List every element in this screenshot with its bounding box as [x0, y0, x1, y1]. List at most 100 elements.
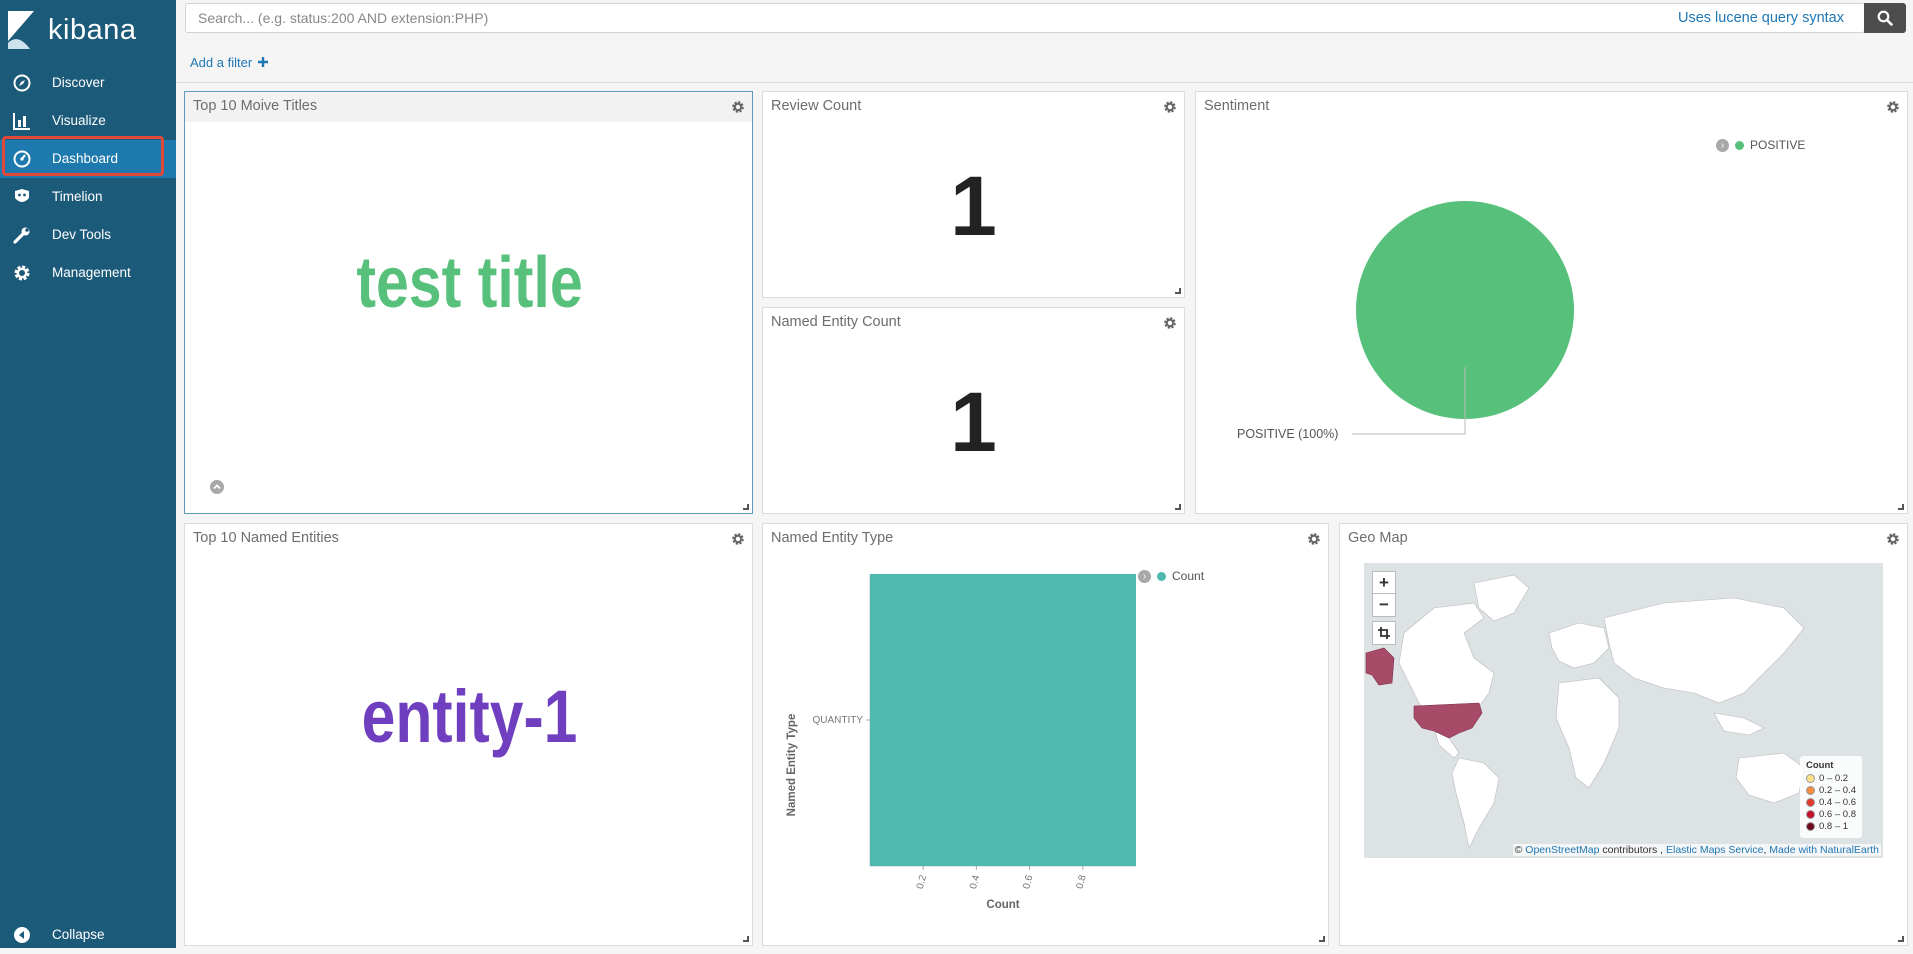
dashboard-icon: [13, 150, 31, 168]
attr-prefix: ©: [1514, 844, 1523, 856]
map-legend-row: 0.8 – 1: [1806, 821, 1848, 832]
nav-visualize[interactable]: Visualize: [0, 102, 176, 140]
legend-range: 0.4 – 0.6: [1819, 797, 1856, 808]
osm-link[interactable]: OpenStreetMap: [1525, 844, 1599, 856]
metric-value: 1: [950, 159, 997, 253]
land-europe: [1548, 622, 1610, 669]
nav-timelion[interactable]: Timelion: [0, 178, 176, 216]
gear-icon[interactable]: [1163, 100, 1177, 114]
collapse-button[interactable]: Collapse: [0, 916, 176, 954]
map-legend-row: 0.2 – 0.4: [1806, 785, 1856, 796]
crop-icon: [1378, 627, 1390, 639]
resize-handle[interactable]: [1898, 936, 1904, 942]
nav-management[interactable]: Management: [0, 254, 176, 292]
add-filter-label: Add a filter: [190, 55, 253, 70]
nav-label: Visualize: [52, 113, 106, 128]
attr-sep: ,: [1763, 844, 1767, 856]
metric-value: 1: [950, 375, 997, 469]
bar-quantity[interactable]: [870, 574, 1136, 866]
legend-range: 0.8 – 1: [1819, 821, 1849, 832]
nav-dev-tools[interactable]: Dev Tools: [0, 216, 176, 254]
resize-handle[interactable]: [743, 936, 749, 942]
resize-handle[interactable]: [1898, 504, 1904, 510]
nav-label: Dev Tools: [52, 227, 112, 242]
app-name: kibana: [48, 13, 137, 46]
map-legend-row: 0 – 0.2: [1806, 773, 1848, 784]
search-input[interactable]: [186, 4, 1670, 32]
attr-contributors: contributors ,: [1599, 844, 1664, 856]
search-icon: [1877, 10, 1893, 26]
resize-handle[interactable]: [1175, 288, 1181, 294]
land-greenland: [1473, 574, 1530, 622]
land-southeast-asia: [1713, 712, 1765, 736]
gear-icon: [14, 265, 30, 281]
compass-icon: [13, 74, 31, 92]
x-tick-label: 0.6: [1021, 874, 1035, 891]
add-filter-button[interactable]: Add a filter: [190, 55, 268, 70]
map-legend-row: 0.6 – 0.8: [1806, 809, 1856, 820]
gear-icon[interactable]: [731, 100, 745, 114]
map-legend-title: Count: [1806, 760, 1834, 771]
naturalearth-link[interactable]: Made with NaturalEarth: [1769, 844, 1879, 856]
draw-filter-button[interactable]: [1372, 621, 1396, 645]
legend-range: 0.2 – 0.4: [1819, 785, 1856, 796]
nav-label: Timelion: [52, 189, 103, 204]
y-tick-label: QUANTITY: [812, 715, 863, 726]
legend-swatch: [1806, 774, 1815, 783]
sidebar: kibana Discover Visualize Dashboard Time…: [0, 0, 176, 948]
legend-range: 0 – 0.2: [1819, 773, 1849, 784]
bar-chart: QUANTITY 0.2 0.4 0.6 0.8 Count Named Entity Ty…: [786, 574, 1136, 911]
resize-handle[interactable]: [1319, 936, 1325, 942]
x-tick-label: 0.4: [968, 874, 982, 891]
search-bar: Uses lucene query syntax: [185, 3, 1865, 33]
land-asia: [1603, 597, 1805, 704]
nav-label: Discover: [52, 75, 105, 90]
land-south-america: [1451, 757, 1500, 849]
land-africa: [1555, 677, 1620, 789]
x-tick-label: 0.8: [1074, 874, 1088, 891]
gear-icon[interactable]: [1163, 316, 1177, 330]
legend-swatch: [1806, 810, 1815, 819]
region-alaska[interactable]: [1365, 647, 1395, 686]
resize-handle[interactable]: [1175, 504, 1181, 510]
tag-cloud-word: test title: [356, 243, 583, 323]
nav-label: Management: [52, 265, 131, 280]
zoom-out-button[interactable]: −: [1372, 593, 1396, 617]
nav-label: Dashboard: [52, 151, 119, 166]
nav-dashboard[interactable]: Dashboard: [0, 140, 176, 178]
region-united-states[interactable]: [1413, 702, 1483, 739]
map-attribution: © OpenStreetMap contributors , Elastic M…: [1512, 844, 1881, 856]
ems-link[interactable]: Elastic Maps Service: [1666, 844, 1763, 856]
collapse-label: Collapse: [52, 927, 105, 942]
pie-chart: [1352, 201, 1574, 435]
panel-title: Named Entity Count: [771, 314, 901, 330]
wrench-icon: [13, 227, 30, 244]
legend-swatch: [1806, 798, 1815, 807]
kibana-logo-icon: [8, 11, 34, 49]
collapse-up-icon[interactable]: [210, 480, 224, 494]
filter-bar: Add a filter: [176, 46, 1913, 83]
resize-handle[interactable]: [743, 504, 749, 510]
zoom-in-button[interactable]: +: [1372, 571, 1396, 595]
panel-named-entity-count: Named Entity Count 1: [762, 307, 1185, 514]
bar-chart-icon: [13, 113, 30, 130]
panel-title: Geo Map: [1348, 530, 1408, 546]
search-button[interactable]: [1864, 3, 1906, 33]
gear-icon[interactable]: [731, 532, 745, 546]
panel-top-movie-titles: Top 10 Moive Titles test title: [184, 91, 753, 514]
chevron-left-icon: [14, 927, 30, 943]
legend-swatch: [1806, 822, 1815, 831]
gear-icon[interactable]: [1886, 532, 1900, 546]
map-legend: Count 0 – 0.2 0.2 – 0.4 0.4 – 0.6 0.6 – …: [1800, 756, 1862, 838]
x-tick-label: 0.2: [915, 874, 929, 891]
land-australia: [1735, 752, 1805, 804]
panel-sentiment: Sentiment › POSITIVE POSITIVE (100%): [1195, 91, 1908, 514]
kibana-logo[interactable]: kibana: [6, 8, 136, 52]
lucene-syntax-link[interactable]: Uses lucene query syntax: [1678, 10, 1844, 26]
panel-title: Review Count: [771, 98, 862, 114]
panel-review-count: Review Count 1: [762, 91, 1185, 298]
map-canvas[interactable]: + − Count 0 – 0.2 0.2 – 0.4 0.4 – 0.6 0.…: [1364, 563, 1883, 858]
nav-discover[interactable]: Discover: [0, 64, 176, 102]
legend-range: 0.6 – 0.8: [1819, 809, 1856, 820]
x-axis-title: Count: [986, 899, 1019, 911]
